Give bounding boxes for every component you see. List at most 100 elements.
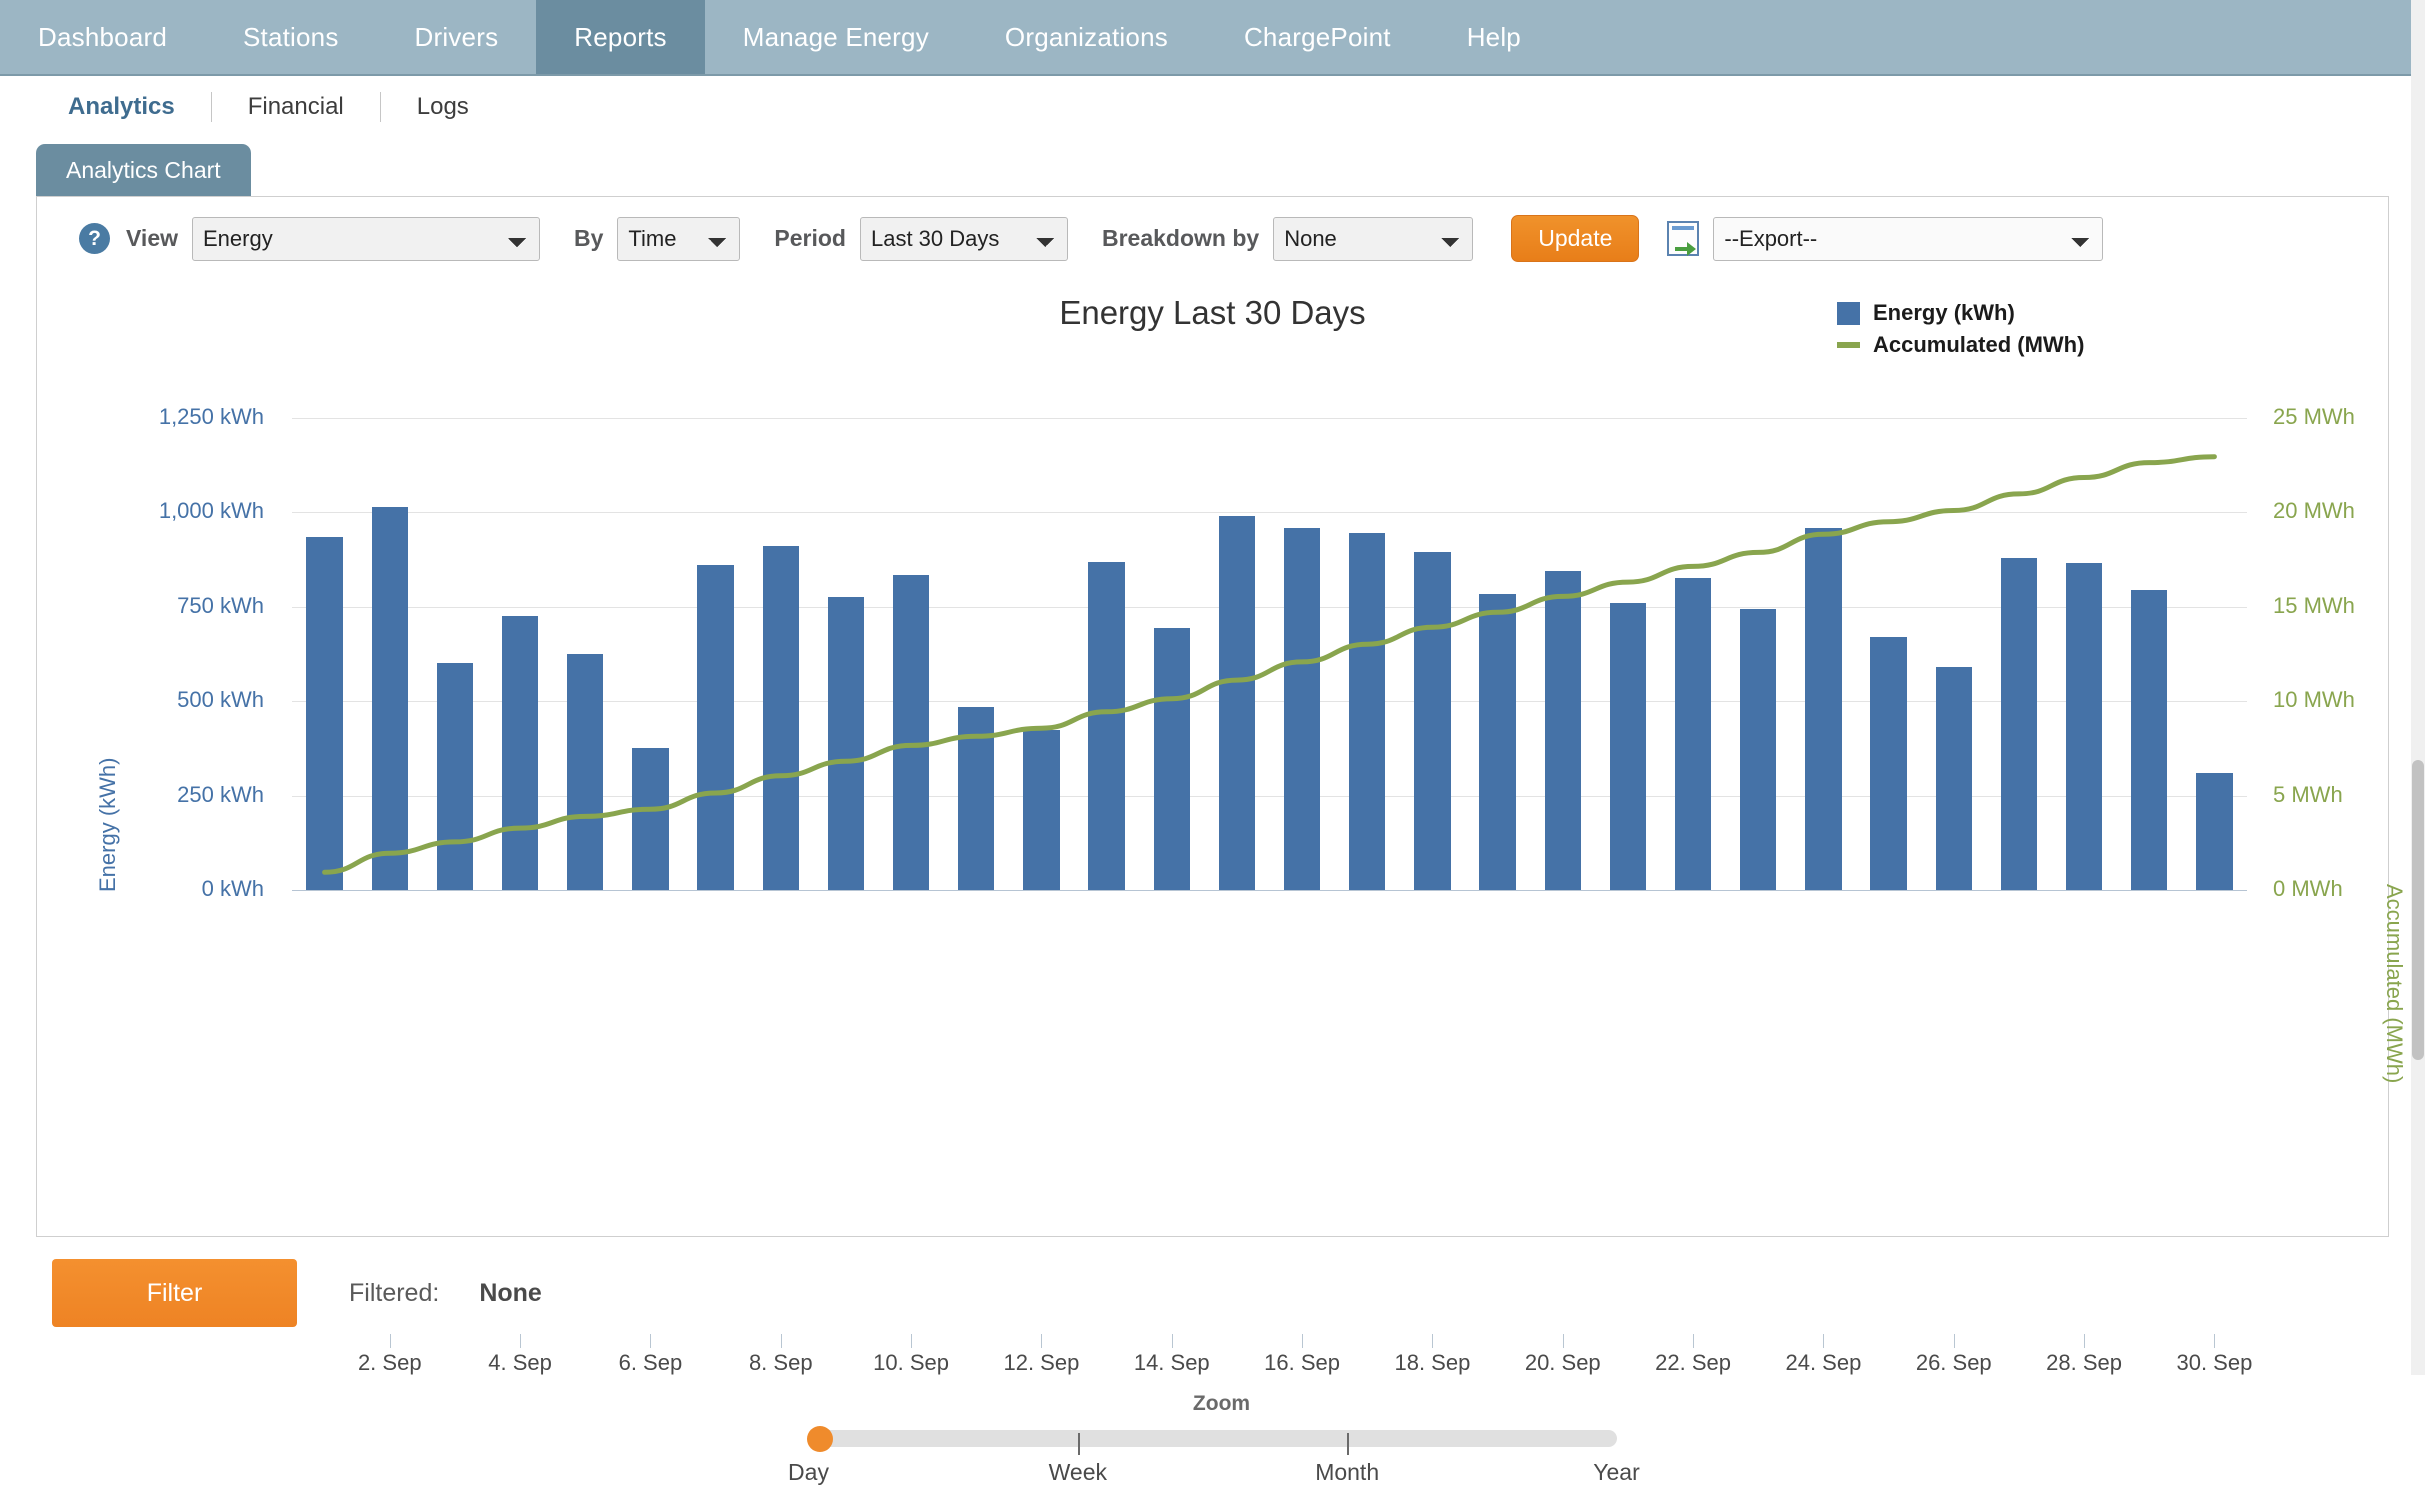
breakdown-by-select[interactable]: None	[1273, 216, 1474, 261]
analytics-chart: Energy Last 30 Days Energy (kWh) Accumul…	[37, 272, 2407, 1485]
x-axis-tick-label: 16. Sep	[1264, 1350, 1340, 1375]
zoom-tick-month	[1346, 1433, 1349, 1455]
help-icon[interactable]: ?	[79, 223, 110, 254]
nav-item-dashboard[interactable]: Dashboard	[0, 0, 205, 74]
subnav-item-financial[interactable]: Financial	[248, 93, 344, 121]
x-axis-tick-label: 24. Sep	[1785, 1350, 1862, 1375]
view-select[interactable]: Energy	[192, 216, 540, 261]
x-axis-tick-label: 10. Sep	[873, 1350, 949, 1375]
update-button[interactable]: Update	[1511, 215, 1640, 262]
zoom-slider-handle[interactable]	[806, 1426, 833, 1452]
y-axis-right-tick-label: 15 MWh	[2273, 592, 2355, 618]
nav-item-stations[interactable]: Stations	[205, 0, 377, 74]
nav-item-help[interactable]: Help	[1429, 0, 1559, 74]
x-axis-tick-label: 30. Sep	[2176, 1350, 2253, 1375]
y-axis-left-tick-label: 500 kWh	[177, 687, 264, 713]
y-axis-left-tick-label: 1,250 kWh	[158, 404, 264, 429]
chart-plot-area	[292, 418, 2247, 891]
x-axis-tick	[520, 1334, 522, 1348]
legend-swatch-line-icon	[1837, 342, 1860, 348]
y-axis-right-tick-label: 0 MWh	[2273, 876, 2343, 901]
x-axis-tick	[1302, 1334, 1304, 1348]
zoom-title: Zoom	[1192, 1392, 1251, 1415]
nav-item-chargepoint[interactable]: ChargePoint	[1206, 0, 1429, 74]
period-select[interactable]: Last 30 Days	[859, 216, 1068, 261]
x-axis-tick	[1693, 1334, 1695, 1348]
x-axis-tick	[1562, 1334, 1564, 1348]
x-axis-tick	[1823, 1334, 1825, 1348]
x-axis-tick-label: 8. Sep	[748, 1350, 813, 1375]
x-axis-tick-label: 14. Sep	[1133, 1350, 1210, 1375]
chart-controls-toolbar: ? View Energy By Time Period Last 30 Day…	[37, 197, 2388, 272]
subnav-divider	[379, 92, 381, 122]
nav-label: Reports	[574, 21, 667, 52]
legend-item-accumulated[interactable]: Accumulated (MWh)	[1837, 332, 2084, 358]
x-axis-tick	[650, 1334, 652, 1348]
x-axis-labels: 2. Sep 4. Sep 6. Sep 8. Sep 10. Sep 12. Sep 14…	[292, 1334, 2252, 1390]
subnav-item-analytics[interactable]: Analytics	[68, 93, 175, 121]
chart-accumulated-line	[292, 418, 2247, 890]
x-axis-tick	[780, 1334, 782, 1348]
export-icon[interactable]	[1667, 220, 1701, 257]
x-axis-tick-label: 12. Sep	[1003, 1350, 1080, 1375]
nav-label: Organizations	[1004, 21, 1168, 52]
page-scrollbar-thumb[interactable]	[2412, 760, 2424, 1060]
y-axis-right-tick-label: 10 MWh	[2273, 687, 2355, 713]
subnav-item-logs[interactable]: Logs	[417, 93, 469, 121]
zoom-label-day[interactable]: Day	[788, 1459, 829, 1486]
nav-item-manage-energy[interactable]: Manage Energy	[705, 0, 967, 74]
by-select[interactable]: Time	[617, 216, 741, 261]
filter-footer: Filter Filtered: None	[0, 1237, 2425, 1327]
x-axis-tick-label: 6. Sep	[618, 1350, 683, 1375]
zoom-label-year[interactable]: Year	[1593, 1459, 1639, 1486]
legend-swatch-bar-icon	[1837, 301, 1860, 325]
breakdown-by-label: Breakdown by	[1101, 225, 1260, 251]
nav-item-reports[interactable]: Reports	[536, 0, 705, 74]
nav-label: ChargePoint	[1243, 21, 1391, 52]
x-axis-tick	[1171, 1334, 1173, 1348]
nav-label: Dashboard	[38, 21, 167, 52]
zoom-tick-week	[1077, 1433, 1080, 1455]
x-axis-tick-label: 2. Sep	[357, 1350, 422, 1375]
zoom-slider-track[interactable]	[806, 1426, 1617, 1455]
accumulated-line-path	[325, 457, 2215, 873]
y-axis-right-tick-label: 20 MWh	[2273, 498, 2355, 524]
nav-label: Manage Energy	[742, 21, 929, 52]
x-axis-tick-label: 28. Sep	[2046, 1350, 2122, 1375]
legend-label: Energy (kWh)	[1873, 300, 2015, 325]
filtered-label: Filtered:	[349, 1278, 440, 1307]
analytics-panel: ? View Energy By Time Period Last 30 Day…	[36, 196, 2407, 1485]
primary-navigation: Dashboard Stations Drivers Reports Manag…	[0, 0, 2425, 76]
view-label: View	[126, 225, 178, 251]
x-axis-tick	[1432, 1334, 1434, 1348]
zoom-label-month[interactable]: Month	[1315, 1459, 1379, 1486]
export-select[interactable]: --Export--	[1713, 216, 2104, 261]
y-axis-title-right: Accumulated (MWh)	[2382, 884, 2407, 1084]
filter-button[interactable]: Filter	[52, 1259, 297, 1327]
legend-item-energy[interactable]: Energy (kWh)	[1837, 300, 2084, 326]
by-label: By	[574, 225, 604, 251]
nav-label: Stations	[243, 21, 339, 52]
nav-label: Help	[1466, 21, 1521, 52]
subnav-divider	[210, 92, 212, 122]
x-axis-tick	[1953, 1334, 1955, 1348]
nav-item-organizations[interactable]: Organizations	[967, 0, 1206, 74]
chart-legend: Energy (kWh) Accumulated (MWh)	[1837, 300, 2084, 364]
x-axis-tick-label: 26. Sep	[1915, 1350, 1992, 1375]
y-axis-left-tick-label: 1,000 kWh	[158, 498, 264, 524]
legend-label: Accumulated (MWh)	[1873, 332, 2085, 357]
nav-item-drivers[interactable]: Drivers	[377, 0, 537, 74]
page-scrollbar[interactable]	[2411, 0, 2425, 1375]
tab-analytics-chart[interactable]: Analytics Chart	[36, 144, 251, 196]
x-axis-tick-label: 4. Sep	[488, 1350, 552, 1375]
tab-strip: Analytics Chart	[0, 138, 2425, 196]
zoom-slider-block: Zoom Day Week Month Year	[37, 1392, 2388, 1495]
filtered-value: None	[479, 1278, 542, 1307]
x-axis-tick	[2214, 1334, 2216, 1348]
y-axis-left-tick-label: 750 kWh	[177, 592, 264, 618]
x-axis-tick	[389, 1334, 391, 1348]
zoom-label-week[interactable]: Week	[1049, 1459, 1107, 1486]
y-axis-left-tick-label: 0 kWh	[201, 876, 264, 901]
gridline	[292, 890, 2247, 891]
x-axis-tick-label: 22. Sep	[1655, 1350, 1731, 1375]
